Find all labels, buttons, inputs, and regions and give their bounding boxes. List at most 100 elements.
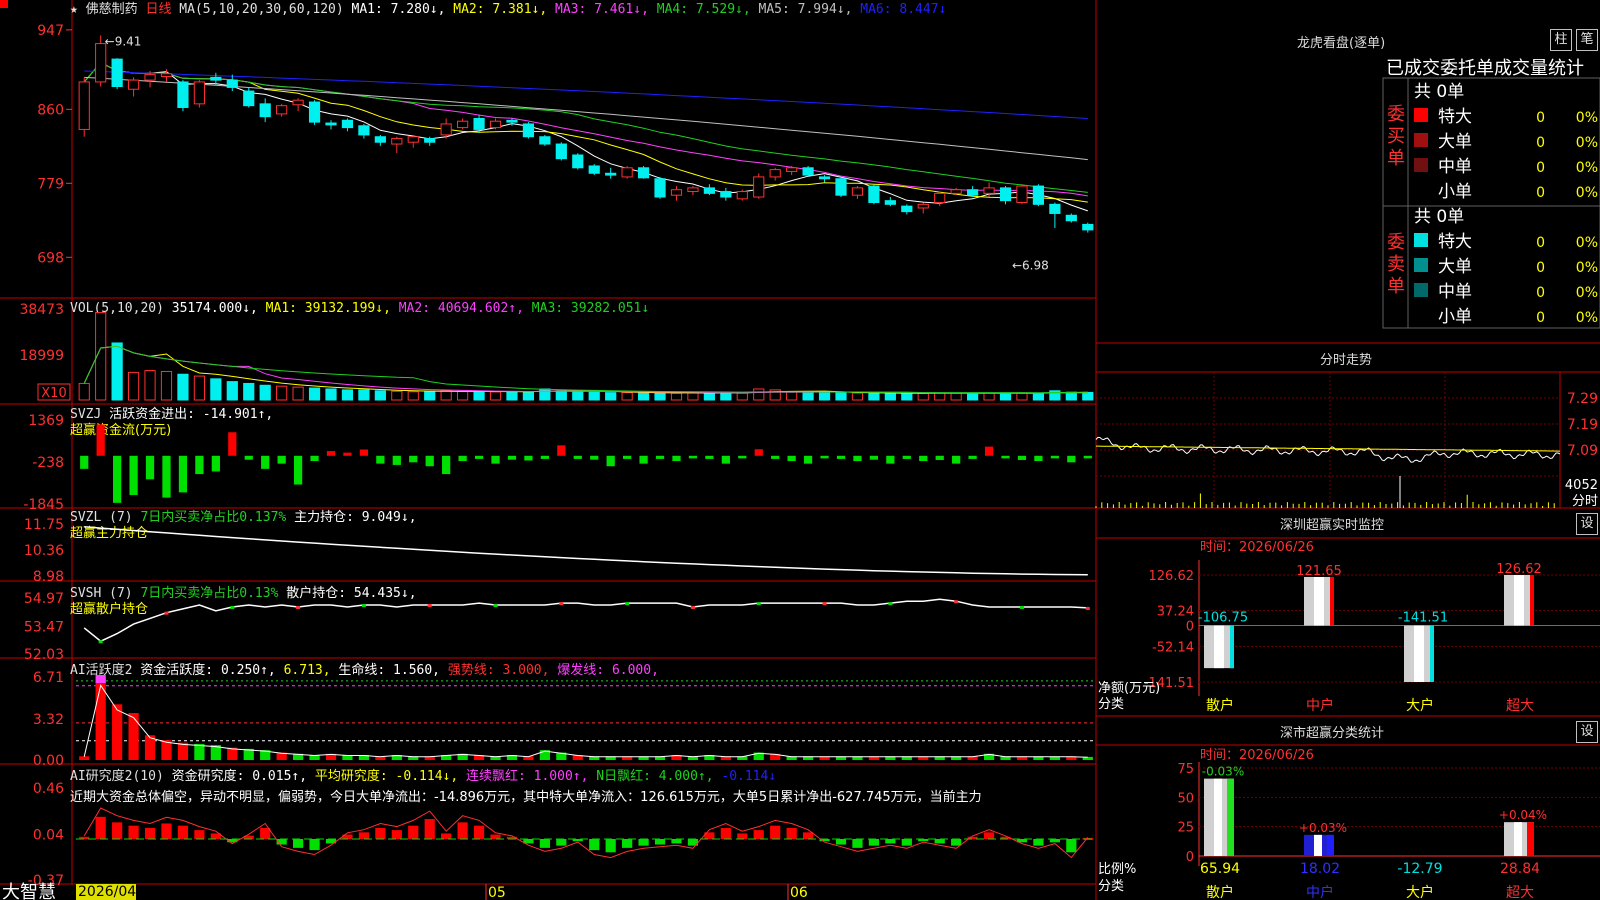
volume-bar [489,391,502,401]
buy-row-name: 特大 [1438,107,1472,127]
ai-research-ytick: 0.04 [33,828,64,844]
svzl-header-item: 主力持仓: 9.049↓, [286,510,416,525]
classify-settings-button[interactable]: 设 [1576,721,1598,743]
ai-research-bar [852,838,863,848]
svsh-marker [361,604,366,608]
svzl-header-item: 7日内买卖净占比0.137% [133,509,287,525]
monitor-bar-1 [1304,576,1334,626]
volume-bar [78,382,90,401]
svzj-bar [655,455,665,459]
kline-header-item: ★ 佛慈制药 [70,2,138,17]
buy-row-name: 小单 [1438,182,1472,202]
buy-row-swatch [1414,133,1428,147]
monitor-bar-edge [1330,576,1334,626]
ai-research-bar [1066,838,1077,853]
candle-body [292,99,304,106]
svzj-bar [984,446,994,456]
kline-high-label: ←9.41 [105,34,142,48]
dragon-subtitle: 已成交委托单成交量统计 [1386,58,1584,79]
column-mode-button[interactable]: 柱 [1550,29,1572,51]
classify-bar-highlight [1214,778,1222,856]
ai-research-bar [1033,838,1044,846]
volume-bar [884,392,896,401]
svzj-ytick: -238 [32,455,64,471]
svsh-header-item: 散户持仓: 54.435↓, [278,585,416,601]
volume-bar [177,373,189,401]
buy-row-pct: 0% [1576,135,1598,151]
ma60-line [84,76,1088,161]
ai-research-bar [835,838,847,845]
sell-row-swatch [1414,233,1428,247]
ai-research-bar [473,825,485,839]
ai-active-line [83,684,1088,758]
svzj-bar [853,455,862,462]
monitor-bar-highlight [1314,576,1324,626]
ai-research-comment: 近期大资金总体偏空，异动不明显，偏弱势，今日大单净流出：-14.896万元，其中… [70,789,982,805]
volume-bar [753,388,765,401]
classify-axis-label: 分类 [1098,879,1124,894]
corner-marker [0,0,8,8]
volume-bar [457,390,469,401]
ai-active-bar [112,704,123,760]
monitor-bar-label: 121.65 [1296,564,1342,579]
volume-bar [473,391,485,401]
volume-bar [999,392,1012,401]
kline-ytick: 860 [37,102,64,118]
svzl-line [84,526,1088,576]
candle-body [539,136,551,145]
svsh-ytick: 53.47 [24,620,64,636]
svzj-bar [211,455,220,472]
svzj-bar [672,455,681,462]
tick-mode-button[interactable]: 笔 [1576,29,1598,51]
main-chart-area[interactable]: ★ 佛慈制药 日线 MA(5,10,20,30,60,120) MA1: 7.2… [0,0,1600,900]
svzj-ytick: -1845 [23,497,64,513]
svzj-bar [705,455,714,459]
svzj-bar [129,455,138,495]
svzj-bar [721,455,730,464]
svzj-bar [771,455,780,459]
sell-row-count: 0 [1536,235,1545,251]
sell-row-swatch [1414,283,1428,297]
candle-body [687,187,699,193]
svzj-bar [145,455,155,480]
ai-research-bar [424,819,435,839]
ai-research-bar [802,832,814,839]
volume-bar [276,385,288,401]
candle-body [720,191,732,198]
candle-body [703,187,715,194]
candle-body [193,81,205,105]
candle-body [1049,203,1061,214]
ai-research-bar [194,830,205,839]
sell-row-count: 0 [1536,310,1545,326]
volume-bar [950,392,962,401]
candle-body [127,79,140,90]
sell-row-name: 大单 [1438,257,1472,277]
volume-header: VOL(5,10,20) 35174.000↓, MA1: 39132.199↓… [70,301,649,316]
ai-research-bar [490,834,501,839]
candle-body [391,138,403,145]
monitor-settings-button[interactable]: 设 [1576,513,1598,535]
candle-body [868,185,880,203]
volume-bar [588,391,600,401]
svsh-marker [822,602,827,606]
classify-ytick: 75 [1177,762,1194,777]
ai-research-bar [753,830,764,839]
sell-row-name: 中单 [1438,282,1472,302]
svzj-ytick: 1369 [28,413,64,429]
svzj-bar [1017,455,1027,460]
ai-active-ytick: 6.71 [33,670,64,686]
candle-body [917,203,929,209]
volume-bar [292,386,304,401]
svzj-header: SVZJ 活跃资金进出: -14.901↑, [70,406,273,422]
ai-active-header-item: 生命线: 1.560, [331,662,440,678]
ai-research-bar [556,838,567,846]
ai-research-bar [951,838,962,846]
volume-bar [1016,392,1028,401]
candle-body [78,81,90,130]
classify-axis-label: 比例% [1098,862,1136,877]
volume-bar [835,392,847,401]
monitor-axis-label: 分类 [1098,697,1124,712]
volume-header-item: MA2: 40694.602↑, [391,301,524,316]
volume-bar [193,375,205,401]
svzj-bar [590,455,599,460]
